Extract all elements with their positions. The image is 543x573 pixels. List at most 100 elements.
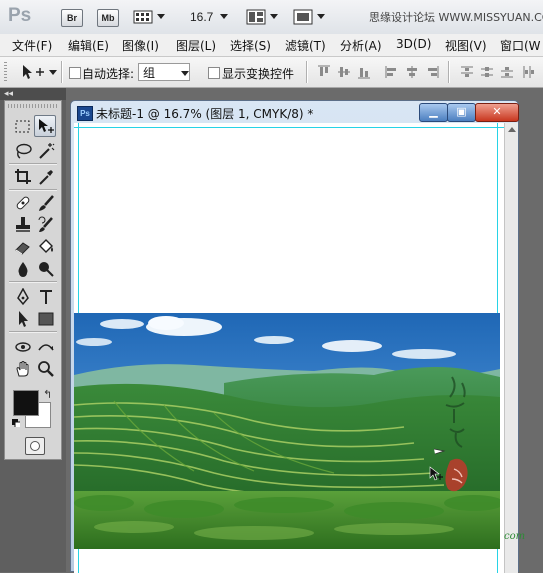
move-tool-preset-icon[interactable]: [20, 63, 46, 81]
drop-icon: [18, 262, 28, 277]
tools-panel: ↰: [4, 100, 62, 460]
chevron-down-icon: [181, 71, 189, 76]
zoom-tool[interactable]: [34, 357, 56, 379]
screen-mode-icon[interactable]: [293, 8, 313, 26]
minimize-icon: ▁: [429, 105, 438, 118]
film-strip-icon[interactable]: [133, 8, 153, 26]
eraser-icon: [15, 242, 30, 255]
menu-layer[interactable]: 图层(L): [176, 37, 216, 54]
hand-tool[interactable]: [11, 357, 33, 379]
quick-mask-button[interactable]: [25, 437, 45, 455]
show-transform-checkbox[interactable]: [208, 67, 220, 79]
zoom-level[interactable]: 16.7: [190, 10, 213, 24]
distribute-bottom-icon[interactable]: [500, 65, 514, 79]
menu-image[interactable]: 图像(I): [122, 37, 159, 54]
history-brush-icon: [38, 216, 53, 232]
align-top-icon[interactable]: [317, 65, 331, 79]
move-icon: [39, 119, 54, 133]
bandage-icon: [16, 196, 30, 210]
distribute-left-icon[interactable]: [522, 65, 536, 79]
collapse-panel-icon[interactable]: ◂◂: [4, 88, 13, 100]
type-tool[interactable]: [34, 285, 56, 307]
menu-filter[interactable]: 滤镜(T): [285, 37, 326, 54]
document-ps-icon: Ps: [77, 106, 93, 121]
separator: [448, 61, 450, 83]
type-icon: [40, 290, 52, 304]
scroll-up-icon[interactable]: [508, 127, 516, 132]
marquee-tool[interactable]: [11, 115, 33, 137]
distribute-vcenter-icon[interactable]: [480, 65, 494, 79]
history-brush-tool[interactable]: [34, 213, 56, 235]
separator: [306, 61, 308, 83]
menu-3d[interactable]: 3D(D): [396, 37, 431, 51]
launch-mini-bridge-button[interactable]: Mb: [97, 9, 119, 27]
healing-brush-tool[interactable]: [11, 191, 33, 213]
close-icon: ✕: [492, 105, 502, 118]
menu-select[interactable]: 选择(S): [230, 37, 271, 54]
align-hcenter-icon[interactable]: [405, 65, 419, 79]
chevron-down-icon[interactable]: [157, 14, 165, 19]
auto-select-checkbox[interactable]: [69, 67, 81, 79]
menu-edit[interactable]: 编辑(E): [68, 37, 109, 54]
swap-colors-icon[interactable]: ↰: [43, 388, 52, 401]
brush-icon: [39, 195, 54, 211]
minimize-button[interactable]: ▁: [419, 103, 448, 122]
guide-top[interactable]: [74, 127, 504, 128]
document-canvas[interactable]: [74, 123, 504, 573]
auto-select-value: 组: [143, 66, 156, 80]
menu-file[interactable]: 文件(F): [12, 37, 52, 54]
move-tool[interactable]: [34, 115, 56, 137]
magnifier-icon: [38, 361, 54, 377]
menu-analysis[interactable]: 分析(A): [340, 37, 382, 54]
menu-window[interactable]: 窗口(W: [500, 37, 541, 54]
crop-icon: [15, 169, 31, 184]
align-bottom-icon[interactable]: [357, 65, 371, 79]
close-button[interactable]: ✕: [475, 103, 519, 122]
vertical-scrollbar[interactable]: [504, 123, 518, 573]
document-title: 未标题-1 @ 16.7% (图层 1, CMYK/8) *: [96, 107, 314, 121]
tools-panel-header[interactable]: ◂◂: [0, 88, 66, 100]
tools-panel-grip[interactable]: [8, 104, 58, 108]
3d-rotate-tool[interactable]: [11, 335, 33, 357]
dodge-tool[interactable]: [34, 257, 56, 279]
chevron-down-icon[interactable]: [317, 14, 325, 19]
align-vcenter-icon[interactable]: [337, 65, 351, 79]
path-selection-tool[interactable]: [11, 307, 33, 329]
paint-bucket-tool[interactable]: [34, 235, 56, 257]
blur-tool[interactable]: [11, 257, 33, 279]
align-left-icon[interactable]: [385, 65, 399, 79]
eraser-tool[interactable]: [11, 235, 33, 257]
rectangle-tool[interactable]: [34, 307, 56, 329]
crop-tool[interactable]: [11, 165, 33, 187]
auto-select-dropdown[interactable]: 组: [138, 63, 190, 81]
corner-watermark: com: [504, 531, 526, 542]
move-cursor-icon: [429, 466, 443, 481]
default-colors-icon[interactable]: [12, 419, 20, 427]
tea-plantation-image: [74, 313, 500, 549]
chevron-down-icon[interactable]: [270, 14, 278, 19]
pen-icon: [17, 288, 29, 306]
lasso-tool[interactable]: [11, 139, 33, 161]
maximize-button[interactable]: ▣: [447, 103, 476, 122]
auto-select-label: 自动选择:: [82, 67, 135, 81]
chevron-down-icon[interactable]: [220, 14, 228, 19]
lasso-icon: [16, 143, 32, 159]
show-transform-label: 显示变换控件: [222, 67, 295, 81]
magic-wand-icon: [39, 143, 55, 159]
tool-divider: [9, 281, 57, 283]
options-bar-grip[interactable]: [4, 62, 7, 82]
menu-view[interactable]: 视图(V): [445, 37, 487, 54]
chevron-down-icon[interactable]: [49, 70, 57, 75]
pen-tool[interactable]: [11, 285, 33, 307]
align-right-icon[interactable]: [425, 65, 439, 79]
brush-tool[interactable]: [34, 191, 56, 213]
arrange-documents-icon[interactable]: [246, 8, 266, 26]
quick-selection-tool[interactable]: [34, 139, 56, 161]
3d-orbit-tool[interactable]: [34, 335, 56, 357]
eyedropper-tool[interactable]: [34, 165, 56, 187]
foreground-color-swatch[interactable]: [13, 390, 39, 416]
distribute-top-icon[interactable]: [460, 65, 474, 79]
photoshop-logo: Ps: [8, 5, 32, 26]
clone-stamp-tool[interactable]: [11, 213, 33, 235]
launch-bridge-button[interactable]: Br: [61, 9, 83, 27]
